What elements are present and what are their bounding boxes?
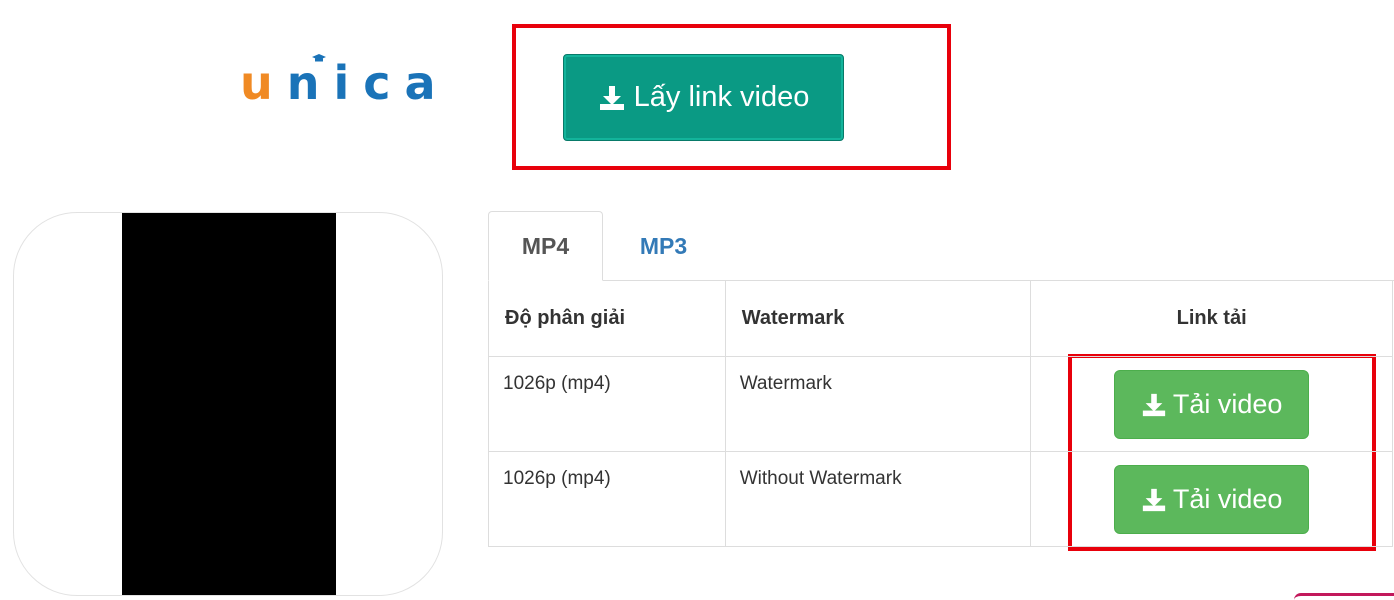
header-download-link: Link tải [1030,280,1393,357]
row-action: Tải video [1030,356,1393,452]
row-action: Tải video [1030,451,1393,547]
row-watermark: Without Watermark [724,451,1032,547]
video-frame [122,213,336,595]
logo-letter-u: u [240,56,287,110]
table-header-row: Độ phân giải Watermark Link tải [488,280,1393,357]
logo-text: nica [286,56,450,110]
tab-mp3[interactable]: MP3 [606,211,721,281]
download-button-label: Tải video [1172,484,1283,514]
header-resolution: Độ phân giải [488,280,726,357]
download-video-button[interactable]: Tải video [1114,370,1310,439]
video-thumbnail [13,212,443,596]
format-tabs: MP4 MP3 [488,211,1394,281]
corner-accent [1294,593,1394,600]
row-watermark: Watermark [724,356,1032,452]
table-row: 1026p (mp4) Watermark Tải video [488,356,1393,452]
get-link-label: Lấy link video [633,81,810,113]
download-icon [598,84,626,112]
get-link-video-button[interactable]: Lấy link video [563,54,844,141]
download-video-button[interactable]: Tải video [1114,465,1310,534]
row-resolution: 1026p (mp4) [488,356,726,452]
download-button-label: Tải video [1172,389,1283,419]
header-watermark: Watermark [724,280,1032,357]
unica-logo[interactable]: unica [240,54,450,106]
row-resolution: 1026p (mp4) [488,451,726,547]
download-table: Độ phân giải Watermark Link tải 1026p (m… [488,280,1393,547]
table-row: 1026p (mp4) Without Watermark Tải video [488,451,1393,547]
tab-mp4[interactable]: MP4 [488,211,603,281]
download-icon [1141,392,1167,418]
download-icon [1141,487,1167,513]
graduation-cap-icon [312,54,326,62]
